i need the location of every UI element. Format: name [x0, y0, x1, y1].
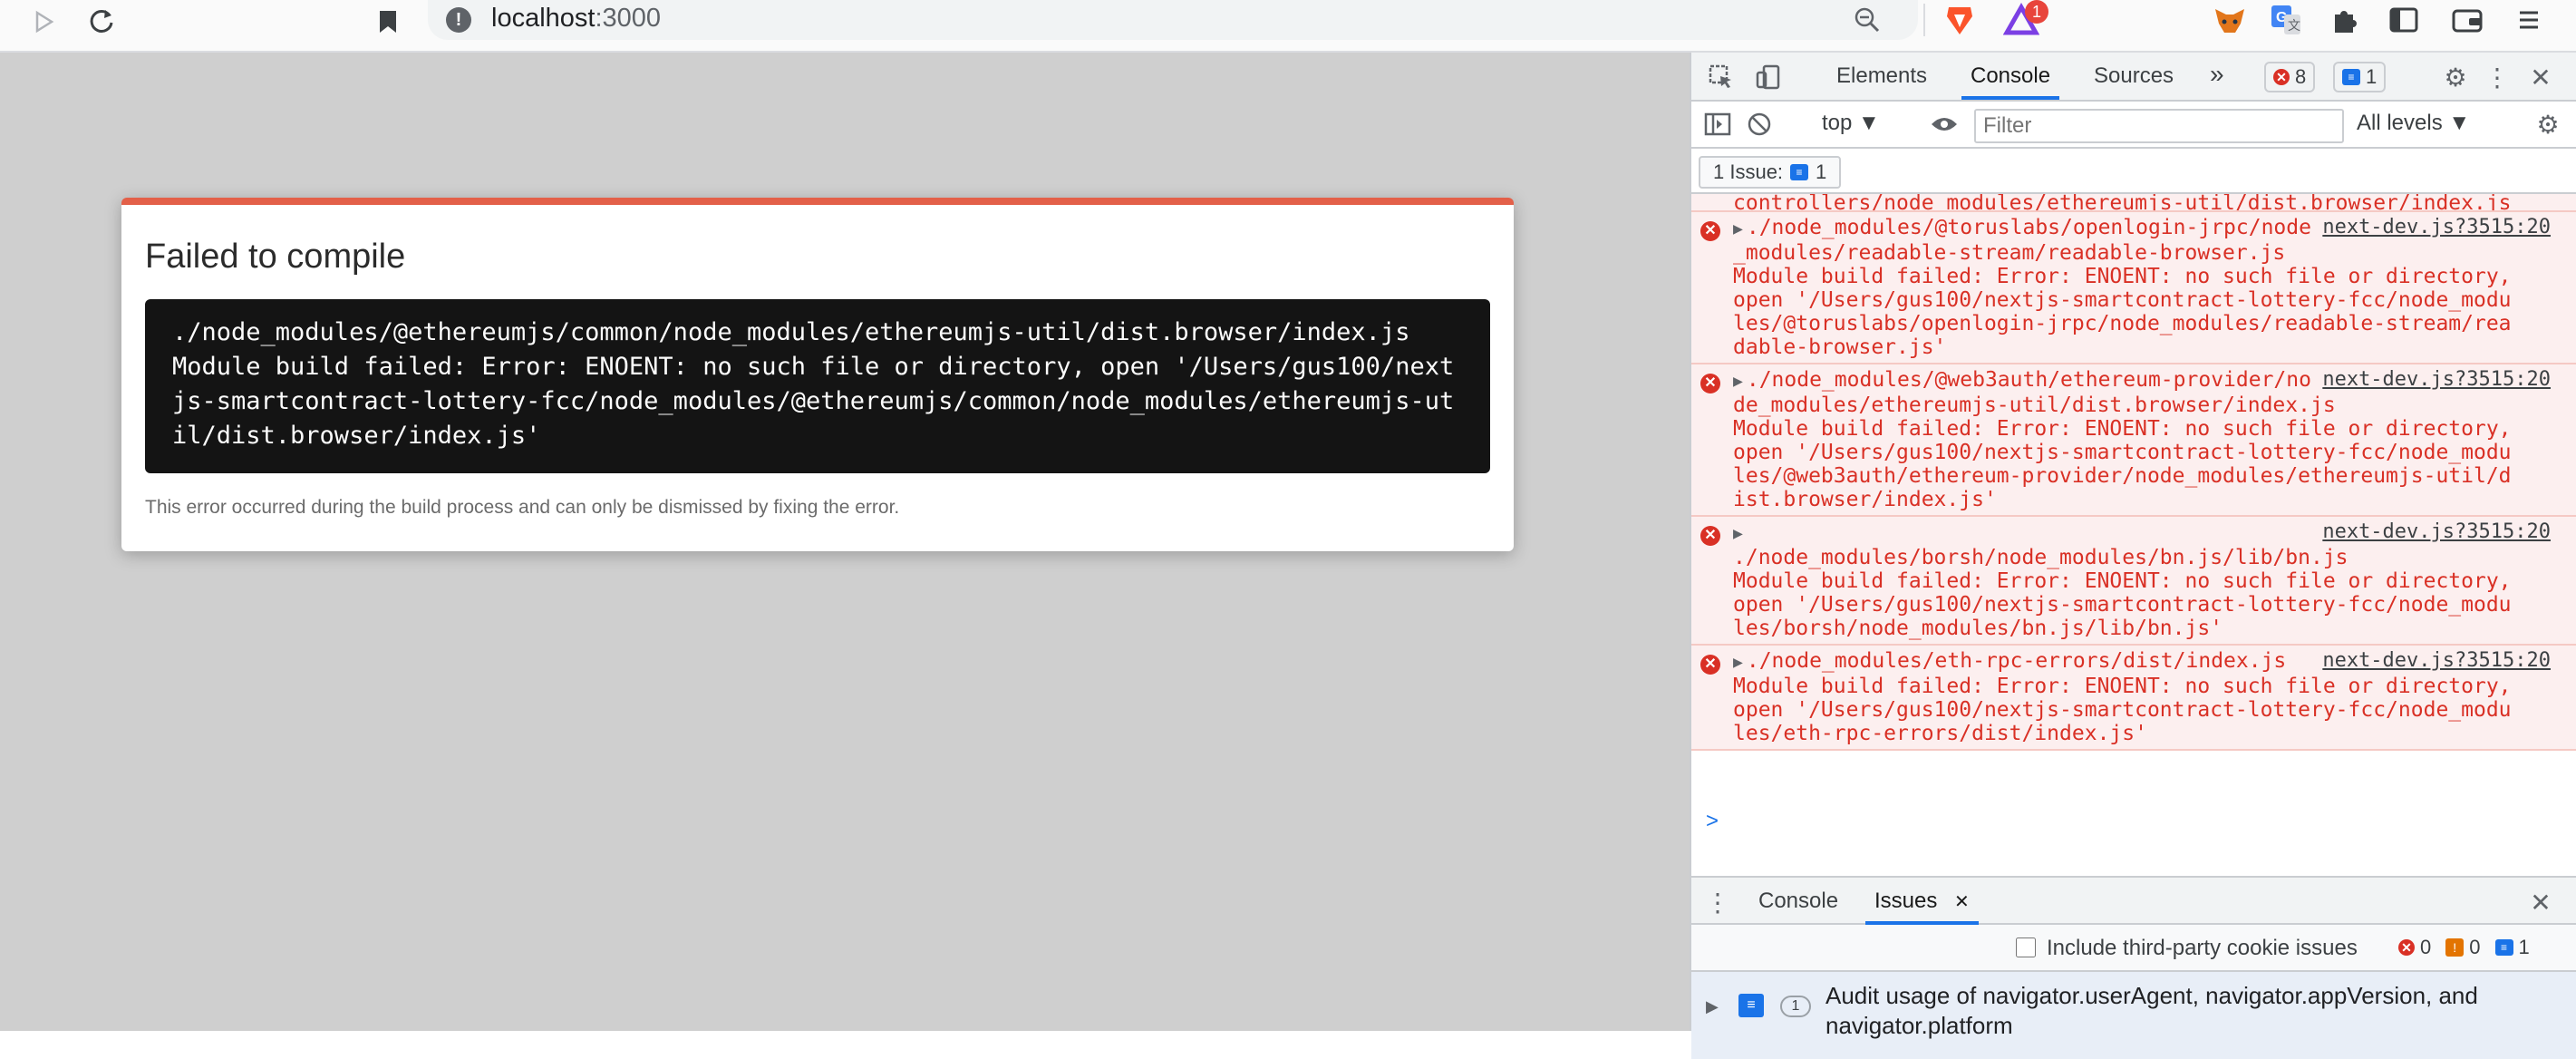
drawer-tabbar: ⋮ Console Issues ✕ ✕ — [1691, 876, 2576, 925]
settings-gear-icon[interactable]: ⚙ — [2438, 60, 2473, 94]
error-icon: ✕ — [2273, 69, 2290, 85]
issue-row[interactable]: ▶ ≡ 1 Audit usage of navigator.userAgent… — [1691, 972, 2576, 1059]
source-link[interactable]: next-dev.js?3515:20 — [2322, 520, 2551, 544]
issues-toolbar: Include third-party cookie issues ✕ 0 ! 0 … — [1691, 925, 2576, 972]
brave-shield-icon[interactable] — [1942, 2, 1978, 38]
wallet-icon[interactable] — [2449, 2, 2485, 38]
console-prompt[interactable]: > — [1706, 809, 1719, 834]
reload-icon[interactable] — [83, 4, 120, 40]
bookmark-icon[interactable] — [370, 4, 406, 40]
devtools-panel: Elements Console Sources » ✕ 8 ≡ 1 ⚙ ⋮ ✕… — [1690, 53, 2576, 1059]
log-entry[interactable]: ✕ next-dev.js?3515:20 ▶ ./node_modules/@t… — [1691, 212, 2576, 364]
metamask-icon[interactable] — [2212, 2, 2248, 38]
third-party-cookie-checkbox[interactable] — [2016, 938, 2036, 957]
error-icon: ✕ — [1700, 655, 1720, 675]
source-link[interactable]: next-dev.js?3515:20 — [2322, 368, 2551, 392]
drawer-tab-console[interactable]: Console — [1758, 889, 1838, 914]
issue-title: Audit usage of navigator.userAgent, navi… — [1825, 982, 2478, 1039]
error-icon: ✕ — [1700, 526, 1720, 546]
url-text: localhost:3000 — [491, 4, 662, 33]
issue-count-pill: 1 — [1780, 996, 1811, 1017]
message-count-badge[interactable]: ≡ 1 — [2333, 62, 2387, 92]
issues-panel: Include third-party cookie issues ✕ 0 ! 0 … — [1691, 925, 2576, 1059]
tab-console[interactable]: Console — [1961, 63, 2060, 100]
close-devtools-icon[interactable]: ✕ — [2523, 60, 2558, 94]
tab-elements[interactable]: Elements — [1836, 63, 1927, 89]
page-viewport: Failed to compile ./node_modules/@ethere… — [0, 53, 1690, 1031]
sidebar-toggle-icon[interactable] — [2386, 2, 2422, 38]
third-party-cookie-label: Include third-party cookie issues — [2047, 936, 2358, 960]
browser-toolbar: ! localhost:3000 1 G文 — [0, 0, 2576, 53]
kebab-menu-icon[interactable]: ⋮ — [2480, 60, 2514, 94]
expand-triangle-icon[interactable]: ▶ — [1733, 653, 1743, 672]
issue-message-icon: ≡ — [1790, 164, 1809, 180]
error-icon: ✕ — [1700, 374, 1720, 393]
zoom-out-icon[interactable] — [1853, 5, 1882, 34]
source-link[interactable]: next-dev.js?3515:20 — [2322, 216, 2551, 239]
extensions-puzzle-icon[interactable] — [2328, 2, 2364, 38]
message-icon: ≡ — [2342, 69, 2360, 85]
expand-triangle-icon[interactable]: ▶ — [1733, 372, 1743, 391]
error-icon: ✕ — [1700, 221, 1720, 241]
sidebar-toggle-icon[interactable] — [1700, 107, 1735, 141]
warning-icon: ! — [2445, 938, 2465, 957]
log-entry-partial: controllers/node_modules/ethereumjs-util… — [1691, 194, 2576, 212]
issues-bar: 1 Issue: ≡ 1 — [1691, 149, 2576, 194]
drawer-tab-issues[interactable]: Issues ✕ — [1865, 889, 1979, 925]
expand-triangle-icon[interactable]: ▶ — [1733, 524, 1743, 543]
console-filter-input[interactable] — [1974, 109, 2344, 143]
error-message-line: Module build failed: Error: ENOENT: no s… — [172, 353, 1455, 450]
expand-triangle-icon[interactable]: ▶ — [1706, 997, 1719, 1016]
log-entry[interactable]: ✕ next-dev.js?3515:20 ▶ ./node_modules/et… — [1691, 646, 2576, 751]
issue-counters: ✕ 0 ! 0 ≡ 1 — [2398, 936, 2530, 959]
source-link[interactable]: next-dev.js?3515:20 — [2322, 649, 2551, 673]
log-levels-dropdown[interactable]: All levels ▼ — [2357, 111, 2470, 136]
site-info-icon[interactable]: ! — [446, 7, 471, 33]
issues-button[interactable]: 1 Issue: ≡ 1 — [1699, 156, 1842, 189]
close-tab-icon[interactable]: ✕ — [1954, 892, 1970, 912]
expand-triangle-icon[interactable]: ▶ — [1733, 219, 1743, 238]
build-error-overlay: Failed to compile ./node_modules/@ethere… — [121, 198, 1514, 551]
inspect-element-icon[interactable] — [1704, 60, 1738, 94]
issue-type-icon: ≡ — [1738, 994, 1764, 1017]
info-icon: ≡ — [2494, 939, 2513, 956]
devtools-tabbar: Elements Console Sources » ✕ 8 ≡ 1 ⚙ ⋮ ✕ — [1691, 53, 2576, 102]
console-settings-icon[interactable]: ⚙ — [2531, 107, 2565, 141]
play-icon[interactable] — [25, 4, 62, 40]
log-entry[interactable]: ✕ next-dev.js?3515:20 ▶ ./node_modules/@w… — [1691, 364, 2576, 517]
tab-sources[interactable]: Sources — [2094, 63, 2174, 89]
google-translate-icon[interactable]: G文 — [2268, 2, 2304, 38]
overlay-footnote: This error occurred during the build pro… — [145, 497, 900, 518]
notification-badge: 1 — [2025, 0, 2048, 24]
clear-console-icon[interactable] — [1742, 107, 1777, 141]
close-drawer-icon[interactable]: ✕ — [2523, 885, 2558, 919]
device-toolbar-icon[interactable] — [1751, 60, 1786, 94]
log-entry[interactable]: ✕ next-dev.js?3515:20 ▶ ./node_modules/b… — [1691, 517, 2576, 646]
more-tabs-button[interactable]: » — [2210, 60, 2224, 89]
address-bar[interactable]: ! localhost:3000 — [428, 0, 1918, 40]
console-log: controllers/node_modules/ethereumjs-util… — [1691, 194, 2576, 807]
overlay-title: Failed to compile — [145, 238, 406, 276]
drawer-menu-icon[interactable]: ⋮ — [1700, 885, 1735, 919]
live-expression-eye-icon[interactable] — [1927, 107, 1961, 141]
console-filterbar: top ▼ All levels ▼ ⚙ — [1691, 102, 2576, 149]
error-codeblock: ./node_modules/@ethereumjs/common/node_m… — [145, 299, 1490, 473]
context-selector[interactable]: top ▼ — [1822, 111, 1880, 136]
error-path-line: ./node_modules/@ethereumjs/common/node_m… — [172, 318, 1410, 346]
menu-icon[interactable] — [2511, 2, 2547, 38]
error-icon: ✕ — [2398, 939, 2415, 956]
svg-text:文: 文 — [2288, 18, 2300, 33]
error-count-badge[interactable]: ✕ 8 — [2264, 62, 2316, 92]
toolbar-separator — [1923, 4, 1925, 36]
